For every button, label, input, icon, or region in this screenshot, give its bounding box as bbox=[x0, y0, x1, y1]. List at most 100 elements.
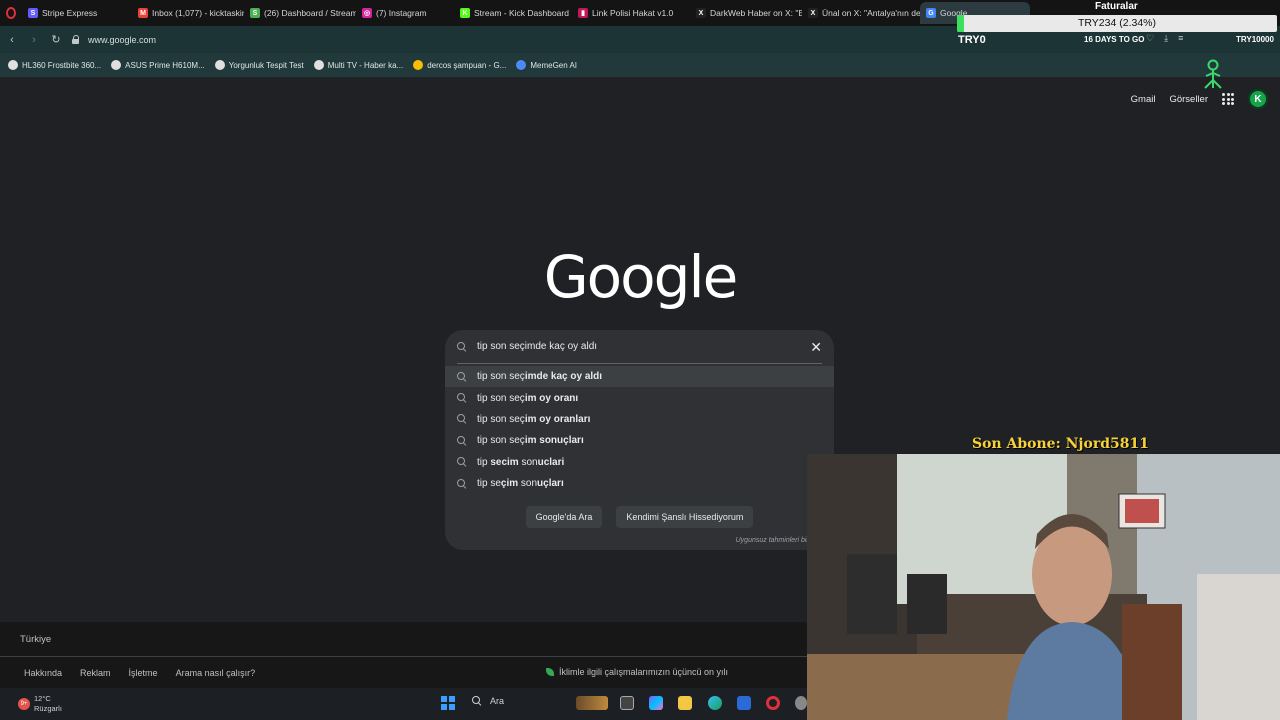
suggestion-item[interactable]: tip seçim sonuçları bbox=[445, 473, 834, 494]
bookmark-2[interactable]: Yorgunluk Tespit Test bbox=[214, 60, 304, 70]
bookmark-4[interactable]: dercos şampuan - G... bbox=[413, 60, 506, 70]
footer-link-about[interactable]: Hakkında bbox=[24, 668, 62, 678]
weather-temp: 12°C bbox=[34, 694, 51, 703]
windows-start-icon[interactable] bbox=[441, 696, 455, 710]
widgets-app-icon[interactable] bbox=[576, 696, 608, 710]
weather-widget[interactable]: 9+ 12°C Rüzgarlı bbox=[18, 694, 62, 714]
bookmarks-bar: HL360 Frostbite 360... ASUS Prime H610M..… bbox=[0, 53, 1280, 77]
forward-icon[interactable]: › bbox=[24, 30, 44, 50]
last-subscriber: Son Abone: Njord5811 bbox=[972, 436, 1149, 452]
webcam-image bbox=[807, 454, 1280, 720]
tab-6[interactable]: X DarkWeb Haber on X: "Ep bbox=[690, 2, 802, 24]
search-icon bbox=[457, 435, 467, 446]
bookmark-label: ASUS Prime H610M... bbox=[125, 60, 205, 70]
clear-icon[interactable]: ✕ bbox=[810, 340, 822, 354]
browser-toolbar-icons: ♡ ⤓ ≡ bbox=[1146, 33, 1183, 44]
weather-badge: 9+ bbox=[18, 698, 30, 710]
climate-text: İklimle ilgili çalışmalarımızın üçüncü o… bbox=[559, 667, 729, 677]
weather-desc: Rüzgarlı bbox=[34, 704, 62, 713]
back-icon[interactable]: ‹ bbox=[2, 30, 22, 50]
opera-logo-icon[interactable] bbox=[0, 0, 22, 26]
climate-link[interactable]: İklimle ilgili çalışmalarımızın üçüncü o… bbox=[546, 667, 728, 677]
bookmark-label: dercos şampuan - G... bbox=[427, 60, 507, 70]
tab-favicon-icon: X bbox=[696, 8, 706, 18]
bookmark-favicon-icon bbox=[516, 60, 527, 70]
tab-favicon-icon: ◎ bbox=[362, 8, 372, 18]
lock-icon bbox=[72, 35, 80, 44]
bookmark-5[interactable]: MemeGen AI bbox=[516, 60, 577, 70]
tab-favicon-icon: M bbox=[138, 8, 148, 18]
reload-icon[interactable]: ↻ bbox=[46, 30, 66, 50]
tab-favicon-icon: K bbox=[460, 8, 470, 18]
google-apps-icon[interactable] bbox=[1222, 93, 1234, 105]
leaf-icon bbox=[546, 668, 554, 676]
tab-label: (26) Dashboard / Streamla bbox=[264, 8, 356, 18]
footer-link-how-search-works[interactable]: Arama nasıl çalışır? bbox=[176, 668, 256, 678]
country-label: Türkiye bbox=[20, 633, 52, 645]
bookmark-favicon-icon bbox=[8, 60, 18, 70]
bookmark-label: Yorgunluk Tespit Test bbox=[228, 60, 304, 70]
tab-4[interactable]: K Stream - Kick Dashboard bbox=[454, 2, 572, 24]
bookmark-3[interactable]: Multi TV - Haber ka... bbox=[313, 60, 404, 70]
goal-max: TRY10000 bbox=[1236, 35, 1274, 44]
menu-icon[interactable]: ≡ bbox=[1178, 33, 1183, 44]
gmail-link[interactable]: Gmail bbox=[1131, 94, 1156, 105]
bookmark-label: MemeGen AI bbox=[530, 60, 578, 70]
suggestion-text: tip son seçimde kaç oy aldı bbox=[477, 371, 603, 383]
report-predictions-link[interactable]: Uygunsuz tahminleri bil bbox=[736, 537, 808, 544]
search-icon bbox=[457, 371, 467, 382]
address-bar[interactable]: www.google.com bbox=[72, 35, 156, 45]
suggestion-item[interactable]: tip son seçimde kaç oy aldı bbox=[445, 366, 834, 388]
avatar[interactable]: K bbox=[1248, 89, 1268, 109]
images-link[interactable]: Görseller bbox=[1169, 94, 1208, 105]
bookmark-favicon-icon bbox=[313, 60, 324, 70]
suggestion-item[interactable]: tip son seçim sonuçları bbox=[445, 430, 834, 451]
tab-label: Stripe Express bbox=[42, 8, 98, 18]
google-search-button[interactable]: Google'da Ara bbox=[525, 506, 603, 528]
goal-days: 16 DAYS TO GO bbox=[1084, 35, 1145, 44]
search-input[interactable]: tip son seçimde kaç oy aldı bbox=[477, 341, 810, 352]
taskbar-search[interactable]: Ara bbox=[472, 696, 504, 706]
search-icon bbox=[472, 696, 482, 706]
search-buttons: Google'da Ara Kendimi Şanslı Hissediyoru… bbox=[445, 506, 834, 528]
bookmark-favicon-icon bbox=[413, 60, 424, 70]
footer-link-advertising[interactable]: Reklam bbox=[80, 668, 111, 678]
opera-taskbar-icon[interactable] bbox=[766, 696, 780, 710]
copilot-icon[interactable] bbox=[649, 696, 663, 710]
tab-0[interactable]: S Stripe Express bbox=[22, 2, 132, 24]
bookmark-0[interactable]: HL360 Frostbite 360... bbox=[8, 60, 101, 70]
heart-icon[interactable]: ♡ bbox=[1146, 33, 1154, 44]
search-input-row[interactable]: tip son seçimde kaç oy aldı ✕ bbox=[457, 330, 822, 364]
edge-icon[interactable] bbox=[708, 696, 722, 710]
suggestion-text: tip secim sonuclari bbox=[477, 456, 565, 468]
tab-favicon-icon: X bbox=[808, 8, 818, 18]
bookmark-label: Multi TV - Haber ka... bbox=[327, 60, 404, 70]
download-icon[interactable]: ⤓ bbox=[1164, 33, 1168, 44]
windows-taskbar: 9+ 12°C Rüzgarlı Ara bbox=[0, 688, 807, 720]
google-logo: Google bbox=[543, 243, 739, 311]
goal-title: Faturalar bbox=[1095, 1, 1138, 12]
webcam-feed bbox=[807, 454, 1280, 720]
file-explorer-icon[interactable] bbox=[678, 696, 692, 710]
suggestion-item[interactable]: tip son seçim oy oranı bbox=[445, 387, 834, 408]
tab-5[interactable]: ▮ Link Polisi Hakat v1.0 bbox=[572, 2, 690, 24]
bookmark-label: HL360 Frostbite 360... bbox=[22, 60, 102, 70]
lucky-button[interactable]: Kendimi Şanslı Hissediyorum bbox=[616, 506, 754, 528]
bookmark-1[interactable]: ASUS Prime H610M... bbox=[111, 60, 205, 70]
settings-icon[interactable] bbox=[795, 696, 807, 710]
store-icon[interactable] bbox=[737, 696, 751, 710]
bookmark-favicon-icon bbox=[111, 60, 122, 70]
tab-favicon-icon: G bbox=[926, 8, 936, 18]
tab-favicon-icon: ▮ bbox=[578, 8, 588, 18]
tab-1[interactable]: M Inbox (1,077) - kicktaskine bbox=[132, 2, 244, 24]
tab-2[interactable]: S (26) Dashboard / Streamla bbox=[244, 2, 356, 24]
suggestion-item[interactable]: tip son seçim oy oranları bbox=[445, 409, 834, 430]
tab-7[interactable]: X Ünal on X: "Antalya'nın de bbox=[802, 2, 920, 24]
footer-link-business[interactable]: İşletme bbox=[129, 668, 158, 678]
suggestion-item[interactable]: tip secim sonuclari bbox=[445, 452, 834, 473]
task-view-icon[interactable] bbox=[620, 696, 634, 710]
google-header: Gmail Görseller K bbox=[1131, 89, 1268, 109]
search-box-expanded: tip son seçimde kaç oy aldı ✕ tip son se… bbox=[445, 330, 834, 550]
tab-label: DarkWeb Haber on X: "Ep bbox=[710, 8, 802, 18]
tab-3[interactable]: ◎ (7) Instagram bbox=[356, 2, 454, 24]
